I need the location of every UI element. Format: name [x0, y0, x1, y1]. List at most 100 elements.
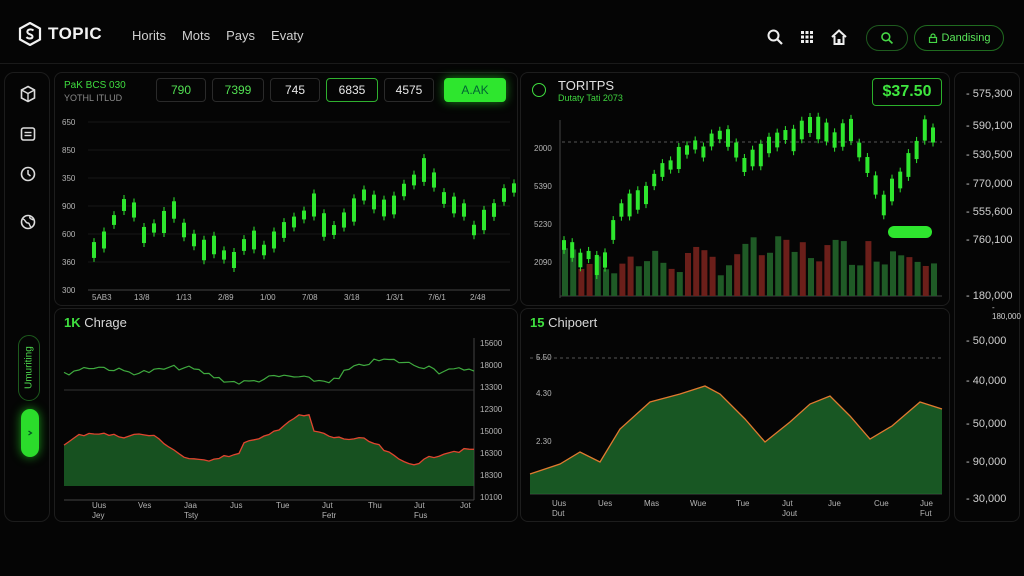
- candle-body: [914, 140, 919, 160]
- volume-bar: [816, 261, 823, 296]
- right-axis-value: - 590,100: [966, 120, 1013, 132]
- y-tick-label: 900: [62, 202, 76, 211]
- right-axis-value: - 50,000: [966, 335, 1007, 347]
- change-area: [64, 414, 474, 486]
- volume-bar: [652, 250, 659, 296]
- ticker-subtitle: YOTHL ITLUD: [64, 93, 123, 103]
- volume-bar: [660, 262, 667, 296]
- candle-body: [726, 129, 730, 147]
- nav-item-evaty[interactable]: Evaty: [271, 28, 304, 43]
- candle-body: [342, 212, 346, 228]
- tab-745[interactable]: 745: [270, 78, 320, 102]
- candle-body: [442, 192, 446, 204]
- nav-item-horits[interactable]: Horits: [132, 28, 166, 43]
- volume-bar: [783, 239, 790, 296]
- x-tick-label: 3/18: [344, 293, 360, 302]
- candle-body: [734, 142, 739, 158]
- x-tick-label: Jaa: [184, 501, 197, 510]
- search-button[interactable]: [866, 25, 908, 51]
- right-axis-value: - 575,300: [966, 88, 1013, 100]
- sidebar-toggle[interactable]: [21, 409, 39, 457]
- x-subtick-label: Jout: [782, 509, 798, 518]
- instrument-subtitle: Dutaty Tati 2073: [558, 93, 623, 103]
- x-tick-label: 7/6/1: [428, 293, 446, 302]
- volume-bar: [701, 250, 708, 296]
- volume-bar: [849, 264, 855, 296]
- volume-bar: [619, 263, 626, 296]
- hex-box-icon[interactable]: [19, 85, 37, 103]
- instrument-header: TORITPS Dutaty Tati 2073: [532, 78, 623, 103]
- sidebar-vertical-label[interactable]: Umuriting: [18, 335, 40, 401]
- logo[interactable]: TOPIC: [18, 22, 102, 46]
- candle-body: [512, 183, 516, 193]
- candle-body: [898, 171, 903, 189]
- candle-body: [182, 222, 186, 238]
- candle-body: [857, 142, 862, 158]
- volume-bar: [627, 256, 634, 296]
- tab-6835[interactable]: 6835: [326, 78, 378, 102]
- candle-body: [644, 185, 648, 205]
- dandising-label: Dandising: [941, 32, 991, 44]
- candle-body: [432, 172, 436, 188]
- y-tick-label: 350: [62, 174, 76, 183]
- volume-bar: [742, 243, 749, 296]
- candle-body: [152, 223, 156, 233]
- volume-bar: [578, 268, 585, 296]
- volume-bar: [808, 258, 814, 296]
- tab-4575[interactable]: 4575: [384, 78, 434, 102]
- candle-body: [322, 213, 326, 237]
- candle-body: [676, 146, 681, 170]
- instrument-name: TORITPS: [558, 78, 615, 93]
- search-icon[interactable]: [766, 28, 784, 46]
- ticker-symbol: PaK BCS 030: [64, 80, 126, 91]
- tab-7399[interactable]: 7399: [212, 78, 264, 102]
- x-tick-label: Jut: [414, 501, 425, 510]
- y-tick-label: 850: [62, 146, 76, 155]
- candle-body: [816, 116, 821, 140]
- candle-body: [750, 149, 755, 167]
- candle-body: [603, 252, 607, 268]
- volume-bar: [734, 254, 741, 296]
- nav-item-pays[interactable]: Pays: [226, 28, 255, 43]
- right-axis-value: - 530,500: [966, 149, 1013, 161]
- candle-body: [262, 244, 266, 256]
- candle-body: [594, 254, 599, 276]
- grid-icon[interactable]: [798, 28, 816, 46]
- value-tabs: 790 7399 745 6835 4575 A.AK: [156, 78, 506, 102]
- candle-body: [352, 198, 356, 222]
- globe-icon[interactable]: [19, 213, 37, 231]
- x-tick-label: Ues: [598, 499, 612, 508]
- x-tick-label: Jue: [828, 499, 841, 508]
- candle-body: [452, 196, 456, 214]
- volume-bar: [676, 272, 683, 296]
- clock-icon[interactable]: [19, 165, 37, 183]
- dandising-button[interactable]: Dandising: [914, 25, 1004, 51]
- x-tick-label: 7/08: [302, 293, 318, 302]
- volume-bar: [644, 261, 650, 296]
- x-tick-label: Uus: [552, 499, 566, 508]
- main-nav: Horits Mots Pays Evaty: [132, 28, 304, 43]
- right-tick-label: 10100: [480, 493, 503, 502]
- volume-bar: [824, 245, 831, 296]
- nav-item-mots[interactable]: Mots: [182, 28, 210, 43]
- volume-bar: [635, 266, 642, 296]
- candle-body: [635, 190, 640, 210]
- volume-bar: [717, 275, 724, 296]
- candle-body: [791, 128, 796, 152]
- x-tick-label: Tue: [276, 501, 290, 510]
- x-subtick-label: Fus: [414, 511, 427, 520]
- volume-bar: [611, 273, 618, 296]
- candle-body: [619, 203, 624, 217]
- candle-body: [693, 140, 698, 150]
- candle-body: [302, 210, 306, 220]
- candle-body: [252, 230, 256, 250]
- candle-body: [627, 193, 632, 217]
- home-icon[interactable]: [830, 28, 848, 46]
- volume-bar: [799, 242, 806, 296]
- tab-aak-active[interactable]: A.AK: [444, 78, 506, 102]
- candle-body: [122, 199, 126, 211]
- tab-790[interactable]: 790: [156, 78, 206, 102]
- right-axis-value: - 30,000: [966, 493, 1007, 505]
- top-icons: [766, 28, 848, 46]
- document-icon[interactable]: [19, 125, 37, 143]
